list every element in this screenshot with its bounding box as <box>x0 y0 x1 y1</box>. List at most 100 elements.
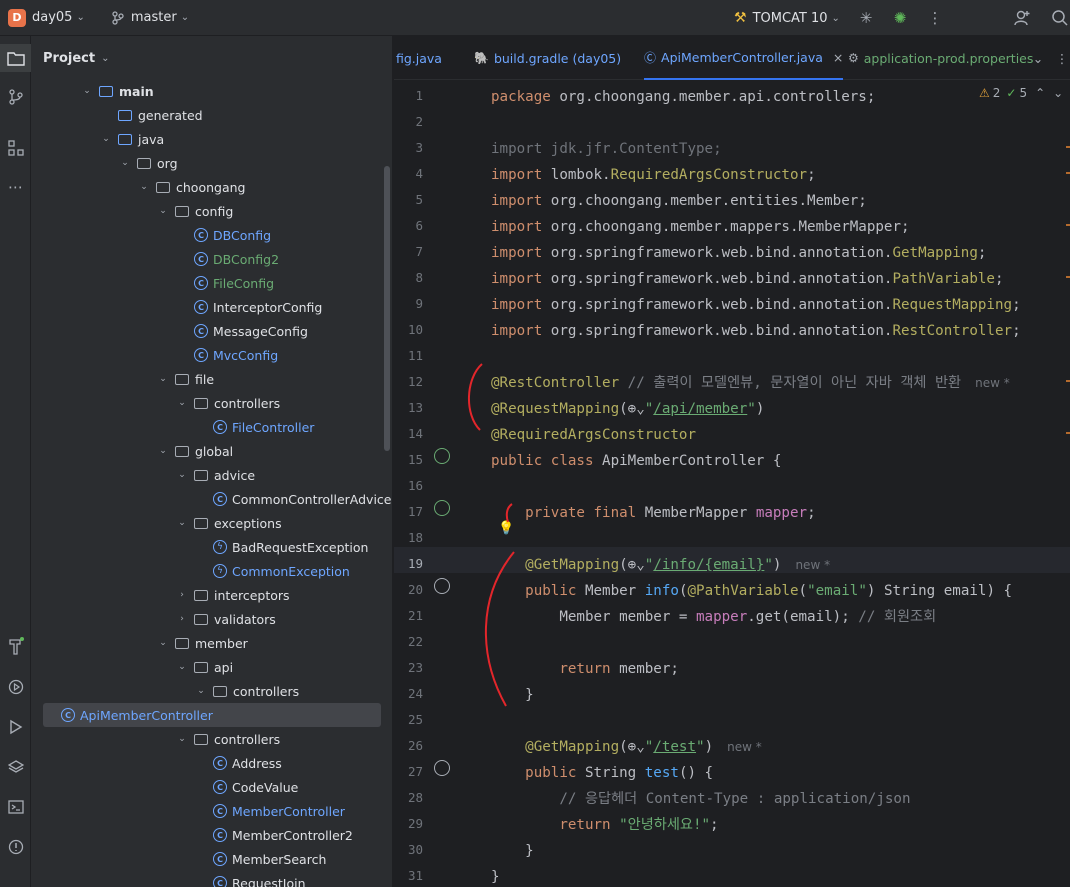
layers-icon[interactable] <box>0 753 31 781</box>
tree-item[interactable]: C FileConfig <box>176 271 392 295</box>
tree-item[interactable]: ⌄ config <box>157 199 392 223</box>
branch-selector[interactable]: master ⌄ <box>111 10 189 25</box>
run-icon[interactable] <box>0 713 31 741</box>
tree-item[interactable]: ⌄ global <box>157 439 392 463</box>
tree-item[interactable]: ⌄ main <box>81 79 392 103</box>
tree-item-label: MemberController2 <box>232 827 353 843</box>
tree-item[interactable]: C MemberSearch <box>195 847 392 871</box>
tree-item[interactable]: ⌄ controllers <box>176 391 392 415</box>
build-hammer-icon[interactable] <box>0 632 31 660</box>
tree-item[interactable]: ⌄ exceptions <box>176 511 392 535</box>
tree-item-label: api <box>214 659 234 675</box>
hammer-icon: ⚒ <box>734 10 747 26</box>
run-configuration-selector[interactable]: ⚒ TOMCAT 10 ⌄ <box>734 0 840 36</box>
structure-icon[interactable] <box>0 134 31 162</box>
class-icon: C <box>194 276 208 290</box>
tool-window-strip: ⋯ <box>0 36 31 887</box>
problems-icon[interactable] <box>0 833 31 861</box>
chevron-down-icon: ⌄ <box>831 12 840 24</box>
chevron-down-icon[interactable]: ⌄ <box>176 398 188 408</box>
tree-item[interactable]: ⌄ choongang <box>138 175 392 199</box>
chevron-down-icon[interactable]: ⌄ <box>157 638 169 648</box>
chevron-down-icon[interactable]: ⌄ <box>138 182 150 192</box>
tree-item[interactable]: C DBConfig2 <box>176 247 392 271</box>
more-tools-icon[interactable]: ⋯ <box>0 173 31 201</box>
package-icon <box>194 613 208 625</box>
tree-item[interactable]: ⌄ advice <box>176 463 392 487</box>
chevron-down-icon[interactable]: ⌄ <box>157 206 169 216</box>
chevron-down-icon[interactable]: ⌄ <box>157 446 169 456</box>
add-user-icon[interactable] <box>1012 8 1032 28</box>
more-actions-icon[interactable]: ⋮ <box>925 8 945 28</box>
services-icon[interactable] <box>0 673 31 701</box>
chevron-down-icon[interactable]: ⌄ <box>176 470 188 480</box>
debug-bug-icon[interactable]: ✺ <box>890 8 910 28</box>
project-name[interactable]: day05 <box>32 10 72 25</box>
loading-spinner-icon: ✳ <box>859 9 873 27</box>
tree-item[interactable]: › validators <box>176 607 392 631</box>
terminal-icon[interactable] <box>0 793 31 821</box>
class-icon: C <box>213 780 227 794</box>
tree-item-label: interceptors <box>214 587 290 603</box>
tree-item[interactable]: ⌄ java <box>100 127 392 151</box>
tree-item-label: org <box>157 155 178 171</box>
tree-item[interactable]: › interceptors <box>176 583 392 607</box>
tree-item-label: controllers <box>214 731 281 747</box>
tree-item[interactable]: C MessageConfig <box>176 319 392 343</box>
tree-item[interactable]: ⌄ org <box>119 151 392 175</box>
tree-item-label: member <box>195 635 248 651</box>
project-panel-header[interactable]: Project ⌄ <box>31 36 392 80</box>
tree-item[interactable]: C RequestJoin <box>195 871 392 887</box>
tree-item[interactable]: ⌄ api <box>176 655 392 679</box>
chevron-down-icon[interactable]: ⌄ <box>176 734 188 744</box>
chevron-down-icon[interactable]: ⌄ <box>76 12 84 23</box>
tree-item[interactable]: C Address <box>195 751 392 775</box>
tree-item[interactable]: C CommonControllerAdvice <box>195 487 392 511</box>
tree-item-label: InterceptorConfig <box>213 299 323 315</box>
chevron-down-icon[interactable]: ⌄ <box>176 662 188 672</box>
tree-item[interactable]: ⌄ file <box>157 367 392 391</box>
commit-icon[interactable] <box>0 83 31 111</box>
chevron-down-icon[interactable]: ⌄ <box>157 374 169 384</box>
class-icon: C <box>194 324 208 338</box>
tree-item[interactable]: C MvcConfig <box>176 343 392 367</box>
class-icon: C <box>213 420 227 434</box>
tree-item-label: file <box>195 371 215 387</box>
package-icon <box>194 469 208 481</box>
chevron-right-icon[interactable]: › <box>176 614 188 624</box>
class-icon: C <box>194 300 208 314</box>
tree-item[interactable]: ⌄ controllers <box>176 727 392 751</box>
tree-item[interactable]: ϟ BadRequestException <box>195 535 392 559</box>
tree-item-label: CommonControllerAdvice <box>232 491 392 507</box>
source-folder-icon <box>118 133 132 145</box>
tree-item-label: FileConfig <box>213 275 275 291</box>
tree-item-label: MemberSearch <box>232 851 327 867</box>
tree-item[interactable]: C ApiMemberController <box>43 703 381 727</box>
tree-item[interactable]: C DBConfig <box>176 223 392 247</box>
chevron-down-icon[interactable]: ⌄ <box>195 686 207 696</box>
tree-item[interactable]: ϟ CommonException <box>195 559 392 583</box>
tree-item-label: MemberController <box>232 803 345 819</box>
tree-item[interactable]: C FileController <box>195 415 392 439</box>
project-badge[interactable]: D <box>8 8 26 27</box>
class-icon: C <box>213 756 227 770</box>
package-icon <box>156 181 170 193</box>
project-folder-icon[interactable] <box>0 44 31 72</box>
tree-item[interactable]: C MemberController2 <box>195 823 392 847</box>
chevron-down-icon[interactable]: ⌄ <box>100 134 112 144</box>
tree-item[interactable]: generated <box>100 103 392 127</box>
chevron-down-icon[interactable]: ⌄ <box>176 518 188 528</box>
chevron-right-icon[interactable]: › <box>176 590 188 600</box>
chevron-down-icon: ⌄ <box>101 52 110 64</box>
tree-item-label: DBConfig <box>213 227 272 243</box>
search-icon[interactable] <box>1050 8 1070 28</box>
tree-item[interactable]: C InterceptorConfig <box>176 295 392 319</box>
chevron-down-icon[interactable]: ⌄ <box>81 86 93 96</box>
tree-item[interactable]: ⌄ member <box>157 631 392 655</box>
code-editor: fig.java 🐘 build.gradle (day05) Ⓒ ApiMemberC… <box>394 36 1070 887</box>
git-branch-icon <box>112 10 124 25</box>
tree-item[interactable]: C CodeValue <box>195 775 392 799</box>
tree-item[interactable]: ⌄ controllers <box>195 679 392 703</box>
tree-item[interactable]: C MemberController <box>195 799 392 823</box>
chevron-down-icon[interactable]: ⌄ <box>119 158 131 168</box>
